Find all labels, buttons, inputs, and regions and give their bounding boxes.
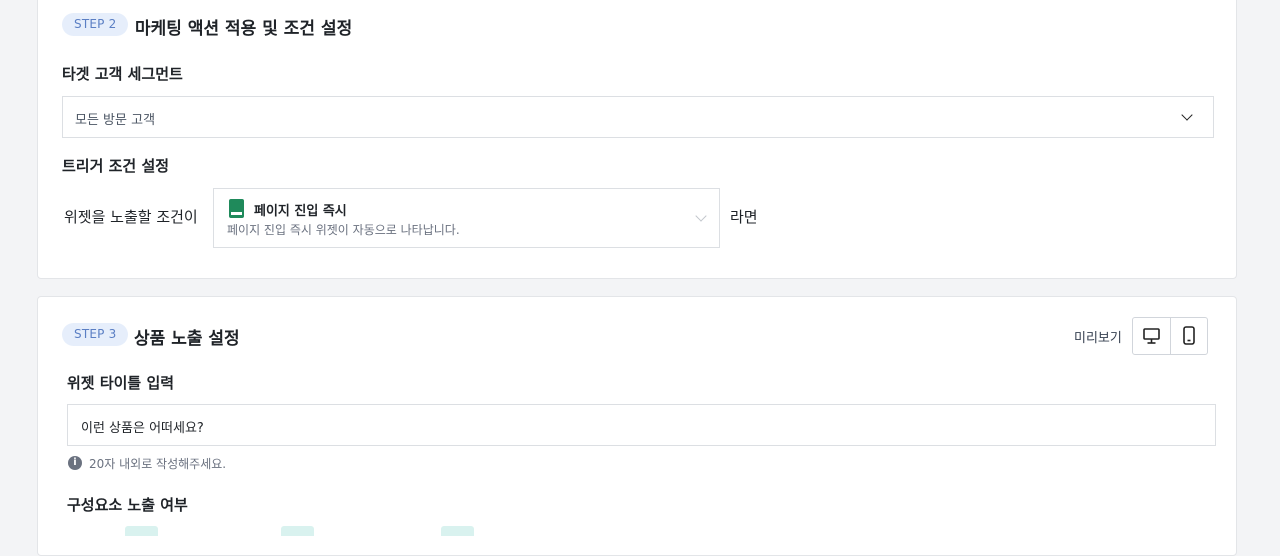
preview-mobile-button[interactable] <box>1170 318 1207 354</box>
components-label: 구성요소 노출 여부 <box>67 496 188 514</box>
monitor-icon <box>1143 328 1160 344</box>
component-toggle[interactable] <box>281 526 314 536</box>
widget-title-input-value: 이런 상품은 어떠세요? <box>81 421 204 436</box>
trigger-label: 트리거 조건 설정 <box>62 157 170 175</box>
trigger-option-desc: 페이지 진입 즉시 위젯이 자동으로 나타납니다. <box>227 223 460 237</box>
step2-title: 마케팅 액션 적용 및 조건 설정 <box>135 19 353 39</box>
info-icon: i <box>68 456 82 470</box>
widget-title-label: 위젯 타이틀 입력 <box>67 374 175 392</box>
preview-device-toggle <box>1132 317 1208 355</box>
component-toggle[interactable] <box>441 526 474 536</box>
trigger-prefix: 위젯을 노출할 조건이 <box>64 208 198 226</box>
preview-label: 미리보기 <box>1074 331 1122 346</box>
step3-title: 상품 노출 설정 <box>134 329 240 349</box>
trigger-suffix: 라면 <box>730 208 758 226</box>
book-icon <box>229 199 244 218</box>
segment-select[interactable]: 모든 방문 고객 <box>62 96 1214 138</box>
step2-badge: STEP 2 <box>62 13 129 36</box>
preview-desktop-button[interactable] <box>1133 318 1170 354</box>
widget-title-input[interactable]: 이런 상품은 어떠세요? <box>67 404 1216 446</box>
step3-badge: STEP 3 <box>62 323 129 346</box>
trigger-select[interactable]: 페이지 진입 즉시 페이지 진입 즉시 위젯이 자동으로 나타납니다. <box>213 188 720 248</box>
chevron-down-icon <box>695 210 707 222</box>
component-toggle[interactable] <box>125 526 158 536</box>
smartphone-icon <box>1183 326 1195 345</box>
segment-label: 타겟 고객 세그먼트 <box>62 65 183 83</box>
chevron-down-icon <box>1181 109 1193 121</box>
trigger-option-title: 페이지 진입 즉시 <box>254 204 347 219</box>
segment-select-value: 모든 방문 고객 <box>75 113 156 128</box>
widget-title-help: 20자 내외로 작성해주세요. <box>89 457 227 471</box>
